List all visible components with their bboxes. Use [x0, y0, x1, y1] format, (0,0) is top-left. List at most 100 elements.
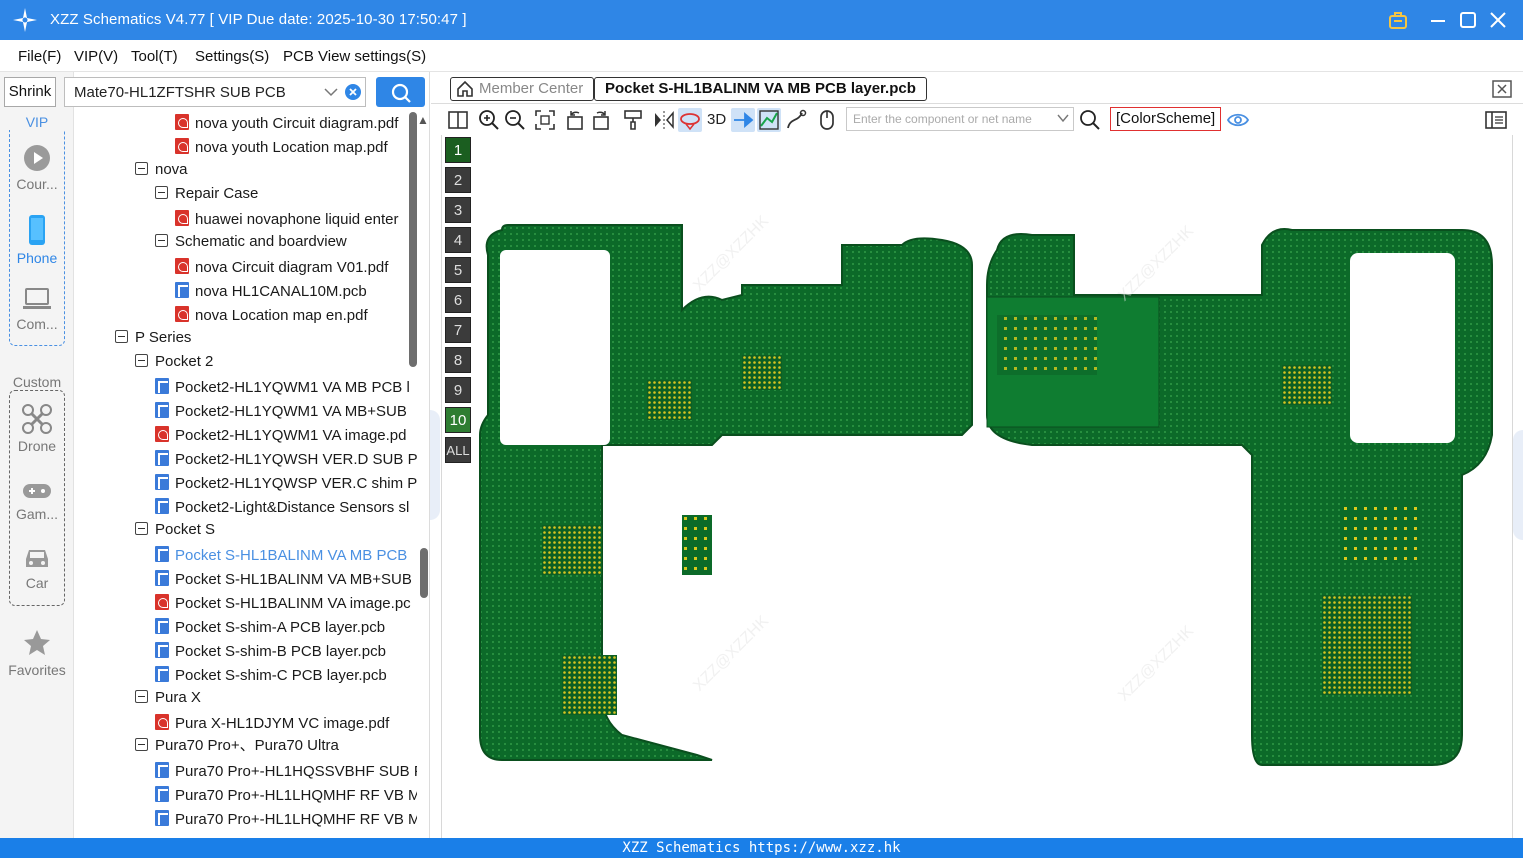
collapse-handle-left[interactable]: [430, 410, 440, 520]
collapse-toggle-icon[interactable]: [155, 234, 168, 247]
collapse-handle-right[interactable]: [1513, 430, 1523, 540]
tree-file-item[interactable]: Pocket S-HL1BALINM VA image.pc: [155, 592, 411, 616]
collapse-toggle-icon[interactable]: [115, 330, 128, 343]
shrink-button[interactable]: Shrink: [4, 77, 56, 107]
layer-button-9[interactable]: 9: [445, 377, 471, 403]
tree-folder[interactable]: Repair Case: [155, 184, 258, 208]
tree-file-item[interactable]: Pocket2-HL1YQWM1 VA MB+SUB: [155, 400, 407, 424]
tree-file-item[interactable]: nova Circuit diagram V01.pdf: [175, 256, 388, 280]
tree-file-item[interactable]: Pura70 Pro+-HL1LHQMHF RF VB M: [155, 808, 417, 832]
net-search-input[interactable]: Enter the component or net name: [846, 107, 1074, 131]
tree-scrollbar-secondary[interactable]: [420, 548, 428, 598]
menu-file[interactable]: File(F): [18, 48, 61, 65]
tree-file-item[interactable]: Pocket S-HL1BALINM VA MB+SUB: [155, 568, 412, 592]
tree-folder[interactable]: Pura70 Pro+、Pura70 Ultra: [135, 736, 339, 760]
mouse-icon[interactable]: [815, 108, 839, 132]
layer-button-all[interactable]: ALL: [445, 437, 471, 463]
layer-button-5[interactable]: 5: [445, 257, 471, 283]
tab-member-center[interactable]: Member Center: [450, 77, 595, 101]
layer-button-7[interactable]: 7: [445, 317, 471, 343]
rotate-left-icon[interactable]: [563, 108, 587, 132]
menu-tool[interactable]: Tool(T): [131, 48, 178, 65]
menu-settings[interactable]: Settings(S): [195, 48, 269, 65]
tree-file-item[interactable]: nova youth Circuit diagram.pdf: [175, 112, 398, 136]
tree-folder[interactable]: Pura X: [135, 688, 201, 712]
minimize-icon[interactable]: [1426, 8, 1450, 32]
nav-favorites[interactable]: Favorites: [5, 628, 69, 678]
collapse-toggle-icon[interactable]: [135, 162, 148, 175]
tree-file-item[interactable]: Pura70 Pro+-HL1HQSSVBHF SUB F: [155, 760, 417, 784]
nav-car[interactable]: Car: [5, 545, 69, 591]
close-tabs-icon[interactable]: [1492, 80, 1512, 98]
eye-icon[interactable]: [1226, 108, 1250, 132]
rotate-right-icon[interactable]: [589, 108, 613, 132]
tab-active-pcb[interactable]: Pocket S-HL1BALINM VA MB PCB layer.pcb: [594, 77, 927, 101]
tree-file-item[interactable]: Pocket S-shim-C PCB layer.pcb: [155, 664, 387, 688]
net-search-icon[interactable]: [1078, 108, 1102, 132]
collapse-toggle-icon[interactable]: [135, 738, 148, 751]
nav-phone[interactable]: Phone: [5, 214, 69, 266]
pcb-board-view[interactable]: [442, 135, 1512, 838]
layer-button-4[interactable]: 4: [445, 227, 471, 253]
menu-pcb-view-settings[interactable]: PCB View settings(S): [283, 48, 426, 65]
tree-file-item[interactable]: Pocket S-shim-A PCB layer.pcb: [155, 616, 385, 640]
search-button[interactable]: [376, 77, 425, 107]
tree-file-item[interactable]: Pocket2-HL1YQWM1 VA MB PCB l: [155, 376, 410, 400]
tree-folder[interactable]: Schematic and boardview: [155, 232, 347, 256]
nav-computer[interactable]: Com...: [5, 286, 69, 332]
layer-button-3[interactable]: 3: [445, 197, 471, 223]
layer-button-8[interactable]: 8: [445, 347, 471, 373]
panel-toggle-icon[interactable]: [1484, 108, 1508, 132]
briefcase-icon[interactable]: [1386, 8, 1410, 32]
collapse-toggle-icon[interactable]: [135, 522, 148, 535]
split-view-icon[interactable]: [446, 108, 470, 132]
color-scheme-button[interactable]: [ColorScheme]: [1110, 107, 1222, 131]
search-input[interactable]: Mate70-HL1ZFTSHR SUB PCB: [64, 77, 366, 107]
layer-button-6[interactable]: 6: [445, 287, 471, 313]
pcb-canvas[interactable]: XZZ@XZZHK XZZ@XZZHK XZZ@XZZHK XZZ@XZZHK: [441, 135, 1513, 838]
tree-file-item[interactable]: huawei novaphone liquid enter: [175, 208, 399, 232]
collapse-toggle-icon[interactable]: [135, 354, 148, 367]
tree-folder[interactable]: Pocket S: [135, 520, 215, 544]
tree-file-item[interactable]: Pocket2-HL1YQWSP VER.C shim PC: [155, 472, 417, 496]
3d-button[interactable]: 3D: [707, 111, 726, 128]
layer-button-1[interactable]: 1: [445, 137, 471, 163]
fit-view-icon[interactable]: [533, 108, 557, 132]
tree-folder[interactable]: nova: [135, 160, 188, 184]
flip-board-icon[interactable]: [678, 108, 702, 132]
scroll-up-icon[interactable]: ▲: [417, 113, 429, 127]
tree-file-item[interactable]: Pura70 Pro+-HL1LHQMHF RF VB M: [155, 784, 417, 808]
tree-file-item[interactable]: Pocket2-HL1YQWM1 VA image.pd: [155, 424, 407, 448]
tree-file-item[interactable]: Pocket S-HL1BALINM VA MB PCB: [155, 544, 407, 568]
paint-brush-icon[interactable]: [621, 108, 645, 132]
layer-button-10[interactable]: 10: [445, 407, 471, 433]
net-highlight-icon[interactable]: [757, 108, 781, 132]
tree-file-item[interactable]: Pura X-HL1DJYM VC image.pdf: [155, 712, 389, 736]
trace-icon[interactable]: [784, 108, 808, 132]
zoom-in-icon[interactable]: [477, 108, 501, 132]
layer-button-2[interactable]: 2: [445, 167, 471, 193]
maximize-icon[interactable]: [1456, 8, 1480, 32]
tree-file-item[interactable]: Pocket S-shim-B PCB layer.pcb: [155, 640, 386, 664]
pin-icon[interactable]: [731, 108, 755, 132]
close-icon[interactable]: [1486, 8, 1510, 32]
mirror-icon[interactable]: [652, 108, 676, 132]
chevron-down-icon[interactable]: [324, 87, 338, 97]
collapse-toggle-icon[interactable]: [155, 186, 168, 199]
tree-scrollbar[interactable]: [409, 112, 417, 367]
tree-file-item[interactable]: nova youth Location map.pdf: [175, 136, 388, 160]
zoom-out-icon[interactable]: [503, 108, 527, 132]
clear-icon[interactable]: [345, 84, 361, 100]
tree-file-item[interactable]: Pocket2-Light&Distance Sensors sl: [155, 496, 409, 520]
net-dropdown-icon[interactable]: [1057, 114, 1069, 123]
menu-vip[interactable]: VIP(V): [74, 48, 118, 65]
tree-folder[interactable]: P Series: [115, 328, 191, 352]
tree-folder[interactable]: Pocket 2: [135, 352, 213, 376]
nav-course[interactable]: Cour...: [5, 144, 69, 192]
nav-game[interactable]: Gam...: [5, 480, 69, 522]
nav-drone[interactable]: Drone: [5, 404, 69, 454]
tree-file-item[interactable]: Pocket2-HL1YQWSH VER.D SUB PC: [155, 448, 417, 472]
tree-file-item[interactable]: nova Location map en.pdf: [175, 304, 368, 328]
collapse-toggle-icon[interactable]: [135, 690, 148, 703]
tree-file-item[interactable]: nova HL1CANAL10M.pcb: [175, 280, 367, 304]
